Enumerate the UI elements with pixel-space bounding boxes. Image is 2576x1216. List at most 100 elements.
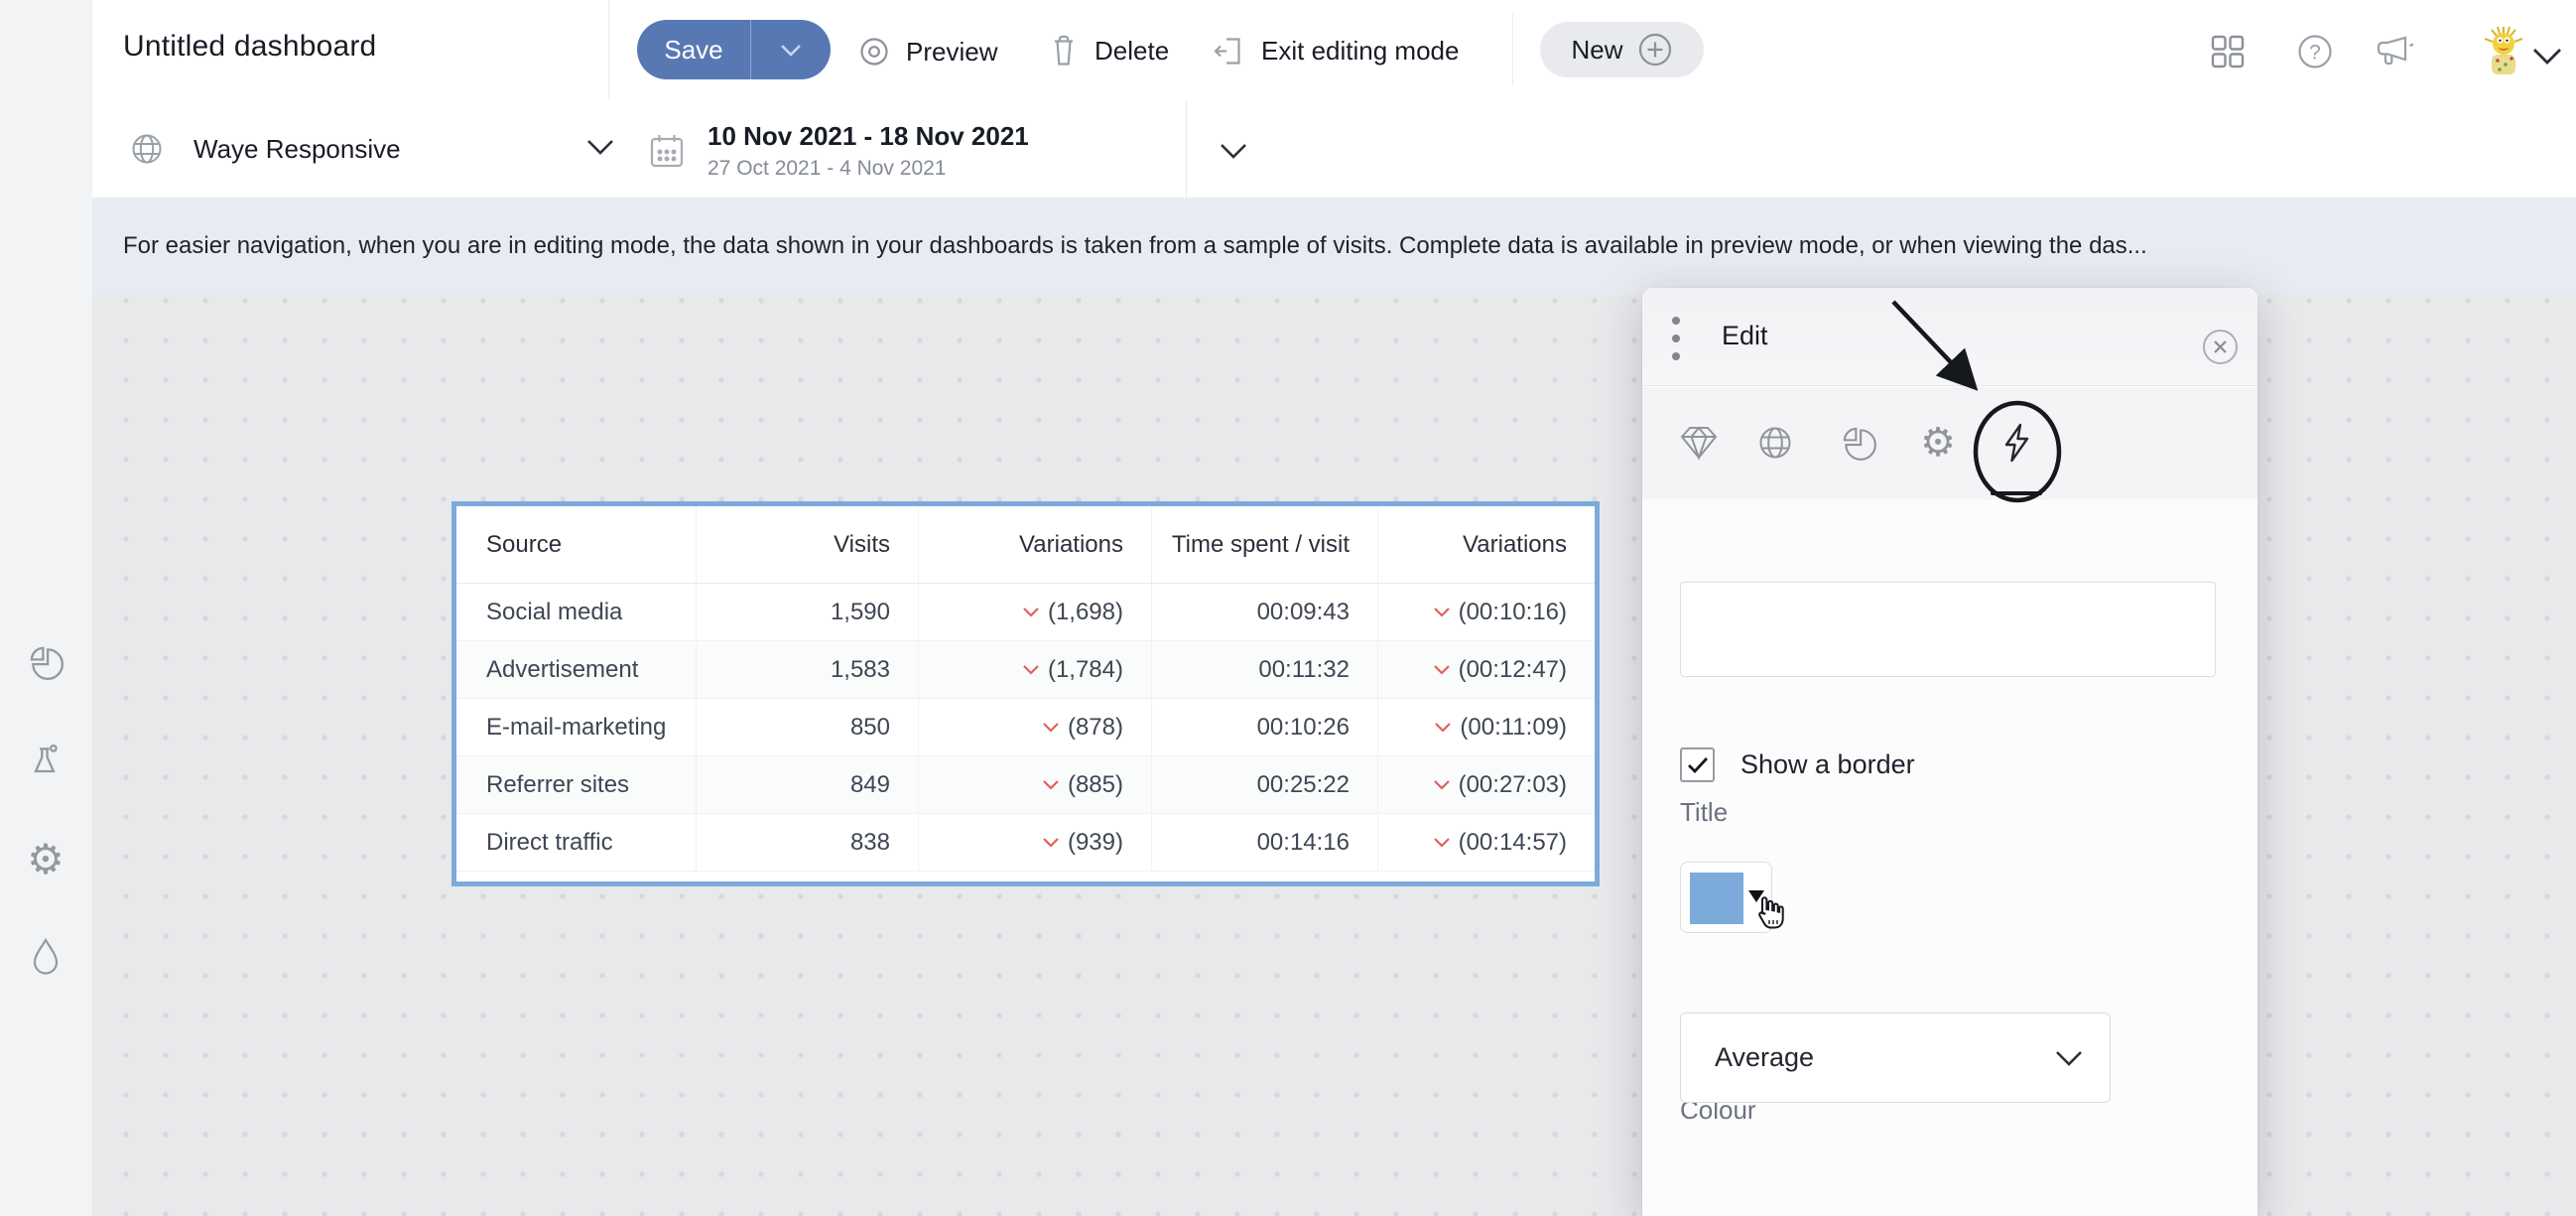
sampling-notice: For easier navigation, when you are in e… (92, 198, 2576, 295)
date-range-selector[interactable]: 10 Nov 2021 - 18 Nov 2021 27 Oct 2021 - … (608, 105, 1186, 197)
show-border-checkbox[interactable] (1680, 747, 1715, 782)
decrease-icon (1041, 836, 1061, 849)
tab-data-globe[interactable] (1745, 413, 1805, 473)
chevron-down-icon (780, 44, 802, 57)
cell-time-spent: 00:14:16 (1151, 814, 1377, 871)
drag-handle-icon[interactable] (1668, 317, 1684, 360)
decrease-icon (1433, 721, 1453, 734)
chevron-down-icon (2531, 47, 2563, 66)
cell-time-variation: (00:27:03) (1377, 756, 1595, 813)
widget-title-input[interactable] (1680, 582, 2216, 677)
plus-circle-icon (1637, 32, 1673, 68)
chevron-down-icon (1220, 143, 1247, 160)
date-range-comparison: 27 Oct 2021 - 4 Nov 2021 (708, 157, 1029, 181)
exit-editing-mode-button[interactable]: Exit editing mode (1212, 28, 1459, 73)
pie-chart-icon[interactable] (24, 640, 67, 684)
table-row[interactable]: Direct traffic 838 (939) 00:14:16 (00:14… (456, 814, 1595, 872)
close-button[interactable] (2202, 329, 2239, 365)
tab-chart-pie[interactable] (1829, 413, 1888, 473)
avatar[interactable] (2479, 24, 2528, 79)
preview-button[interactable]: Preview (856, 30, 997, 73)
chevron-down-icon (2054, 1049, 2084, 1067)
site-selector[interactable]: Waye Responsive (130, 117, 626, 181)
cell-visits-variation: (1,698) (918, 584, 1151, 640)
droplet-icon[interactable] (24, 934, 67, 978)
save-button-label[interactable]: Save (637, 20, 751, 79)
edit-panel-title: Edit (1722, 321, 1768, 351)
lab-flask-icon[interactable] (24, 740, 67, 783)
new-button[interactable]: New (1540, 22, 1704, 77)
column-header-visits[interactable]: Visits (696, 506, 918, 583)
cell-time-variation: (00:14:57) (1377, 814, 1595, 871)
help-icon[interactable]: ? (2293, 30, 2337, 73)
cell-time-variation: (00:12:47) (1377, 641, 1595, 698)
globe-icon (130, 132, 164, 166)
left-sidebar: ⚙ (0, 0, 92, 1216)
decrease-icon (1432, 778, 1452, 791)
tab-interactions-lightning[interactable] (1987, 413, 2046, 473)
decrease-icon (1041, 778, 1061, 791)
exit-icon (1212, 32, 1247, 69)
site-name: Waye Responsive (193, 134, 401, 165)
apps-grid-icon[interactable] (2206, 30, 2250, 73)
cell-time-spent: 00:10:26 (1151, 699, 1377, 755)
checkmark-icon (1686, 755, 1710, 775)
table-row[interactable]: Advertisement 1,583 (1,784) 00:11:32 (00… (456, 641, 1595, 699)
tab-settings-gear[interactable]: ⚙ (1908, 413, 1968, 473)
delete-button[interactable]: Delete (1047, 28, 1169, 73)
tab-style-gem[interactable] (1669, 413, 1729, 473)
decrease-icon (1432, 663, 1452, 676)
column-header-variations[interactable]: Variations (1377, 506, 1595, 583)
show-border-label: Show a border (1740, 749, 1915, 780)
cell-visits: 838 (696, 814, 918, 871)
column-header-source[interactable]: Source (456, 506, 696, 583)
context-bar: Waye Responsive 10 Nov 2021 - 18 Nov 202… (92, 99, 2576, 198)
preview-eye-icon (856, 36, 892, 68)
title-field-label: Title (1680, 797, 1728, 828)
cell-time-spent: 00:25:22 (1151, 756, 1377, 813)
thickness-dropdown[interactable]: Average (1680, 1013, 2111, 1103)
cell-source: Referrer sites (456, 756, 696, 813)
cell-visits-variation: (878) (918, 699, 1151, 755)
column-header-variations[interactable]: Variations (918, 506, 1151, 583)
cell-visits-variation: (939) (918, 814, 1151, 871)
cell-source: Social media (456, 584, 696, 640)
megaphone-icon[interactable] (2373, 30, 2416, 73)
cell-time-variation: (00:11:09) (1377, 699, 1595, 755)
trash-icon (1047, 32, 1081, 69)
show-border-checkbox-row[interactable]: Show a border (1680, 747, 1915, 782)
cell-visits: 850 (696, 699, 918, 755)
decrease-icon (1432, 606, 1452, 618)
table-header-row: Source Visits Variations Time spent / vi… (456, 506, 1595, 584)
edit-panel: Edit (1642, 288, 2257, 1216)
colour-swatch (1690, 873, 1743, 924)
svg-text:?: ? (2309, 42, 2321, 65)
active-tab-indicator (1991, 491, 2042, 495)
cell-visits: 849 (696, 756, 918, 813)
cell-visits-variation: (885) (918, 756, 1151, 813)
account-menu-chevron[interactable] (2525, 34, 2569, 77)
sources-table-widget[interactable]: Source Visits Variations Time spent / vi… (451, 501, 1600, 886)
column-header-time-spent[interactable]: Time spent / visit (1151, 506, 1377, 583)
date-range-value: 10 Nov 2021 - 18 Nov 2021 (708, 121, 1029, 152)
toolbar-divider (1512, 14, 1513, 85)
table-row[interactable]: Social media 1,590 (1,698) 00:09:43 (00:… (456, 584, 1595, 641)
edit-panel-header: Edit (1642, 288, 2257, 386)
table-row[interactable]: E-mail-marketing 850 (878) 00:10:26 (00:… (456, 699, 1595, 756)
cell-visits: 1,590 (696, 584, 918, 640)
decrease-icon (1041, 721, 1061, 734)
cell-visits-variation: (1,784) (918, 641, 1151, 698)
save-button[interactable]: Save (637, 20, 831, 79)
table-row[interactable]: Referrer sites 849 (885) 00:25:22 (00:27… (456, 756, 1595, 814)
decrease-icon (1021, 663, 1041, 676)
sampling-notice-text: For easier navigation, when you are in e… (123, 232, 2147, 260)
gear-icon[interactable]: ⚙ (24, 838, 67, 881)
save-dropdown-toggle[interactable] (751, 20, 831, 79)
dashboard-editor-window: ⚙ Untitled dashboard Save Preview (0, 0, 2576, 1216)
border-colour-picker[interactable] (1680, 862, 1772, 933)
close-icon (2215, 341, 2226, 352)
caret-down-icon (1748, 890, 1764, 902)
decrease-icon (1432, 836, 1452, 849)
cell-source: Direct traffic (456, 814, 696, 871)
cell-visits: 1,583 (696, 641, 918, 698)
